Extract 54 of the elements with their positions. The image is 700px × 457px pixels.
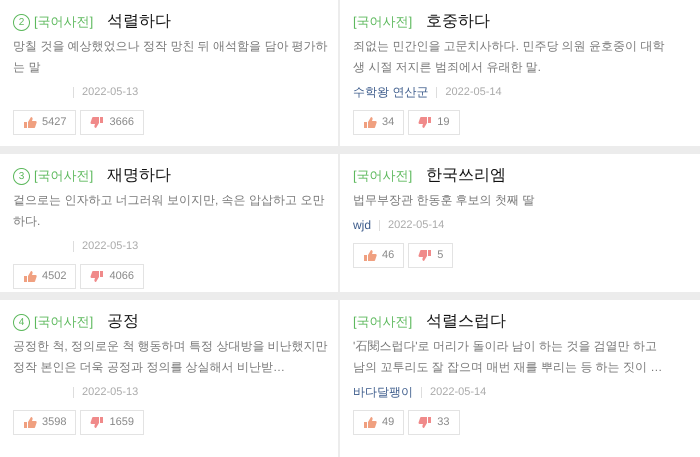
word-title[interactable]: 석렬하다 (107, 10, 172, 34)
author-link[interactable]: wjd (353, 216, 372, 234)
dislike-button[interactable]: 19 (408, 110, 460, 135)
like-button[interactable]: 46 (353, 243, 404, 268)
like-button[interactable]: 34 (353, 110, 404, 135)
post-date: 2022-05-14 (388, 218, 444, 233)
post-date: 2022-05-13 (82, 384, 138, 400)
thumbs-down-icon (418, 249, 432, 262)
category-label: [국어사전] (353, 313, 412, 332)
post-date: 2022-05-14 (445, 84, 502, 100)
author-link[interactable]: 수학왕 연산군 (353, 83, 428, 101)
definition-text: 법무부장관 한동훈 후보의 첫째 딸 (353, 192, 536, 209)
definition-text: 망칠 것을 예상했었으나 정작 망친 뒤 애석함을 담아 평가하는 말 (13, 38, 329, 76)
rank-number: 3 (13, 168, 30, 184)
thumbs-up-icon (23, 116, 37, 129)
post-date: 2022-05-13 (82, 84, 138, 100)
rank-number: 4 (13, 314, 30, 330)
category-label: [국어사전] (353, 13, 412, 32)
like-button[interactable]: 3598 (13, 410, 76, 435)
thumbs-up-icon (363, 116, 377, 129)
word-title[interactable]: 호중하다 (426, 10, 490, 34)
thumbs-up-icon (23, 270, 37, 283)
thumbs-up-icon (363, 249, 377, 262)
thumbs-up-icon (363, 416, 377, 429)
dislike-button[interactable]: 33 (408, 410, 460, 435)
category-label: [국어사전] (34, 13, 94, 32)
post-date: 2022-05-13 (82, 238, 138, 254)
dislike-button[interactable]: 3666 (80, 110, 144, 135)
thumbs-down-icon (90, 116, 104, 129)
word-title[interactable]: 공정 (107, 310, 140, 334)
thumbs-down-icon (418, 416, 432, 429)
word-title[interactable]: 한국쓰리엠 (426, 164, 506, 188)
category-label: [국어사전] (34, 313, 94, 332)
definition-text: 죄없는 민간인을 고문치사하다. 민주당 의원 윤호중이 대학생 시절 저지른 범죄에서 유래한 말. (353, 38, 666, 76)
category-label: [국어사전] (353, 167, 412, 186)
thumbs-up-icon (23, 416, 37, 429)
thumbs-down-icon (90, 270, 104, 283)
rank-number: 2 (13, 14, 30, 30)
thumbs-down-icon (90, 416, 104, 429)
author-link[interactable]: 바다달팽이 (353, 383, 413, 401)
definition-text: 겉으로는 인자하고 너그러워 보이지만, 속은 압삽하고 오만하다. (13, 192, 326, 230)
word-title[interactable]: 재명하다 (107, 164, 172, 188)
definition-text: '石閱스럽다'로 머리가 돌이라 남이 하는 것을 검열만 하고 남의 꼬투리도 잘 잡으며 매번 재를 뿌리는 등 하는 짓이 … (353, 338, 664, 376)
like-button[interactable]: 49 (353, 410, 404, 435)
category-label: [국어사전] (34, 167, 94, 186)
word-title[interactable]: 석렬스럽다 (426, 310, 506, 334)
thumbs-down-icon (418, 116, 432, 129)
like-button[interactable]: 4502 (13, 264, 76, 289)
dislike-button[interactable]: 5 (408, 243, 454, 268)
definition-text: 공정한 척, 정의로운 척 행동하며 특정 상대방을 비난했지만 정작 본인은 더욱 공정과 정의를 상실해서 비난받… (13, 338, 329, 376)
dislike-button[interactable]: 4066 (80, 264, 144, 289)
dislike-button[interactable]: 1659 (80, 410, 144, 435)
like-button[interactable]: 5427 (13, 110, 76, 135)
post-date: 2022-05-14 (430, 384, 486, 400)
